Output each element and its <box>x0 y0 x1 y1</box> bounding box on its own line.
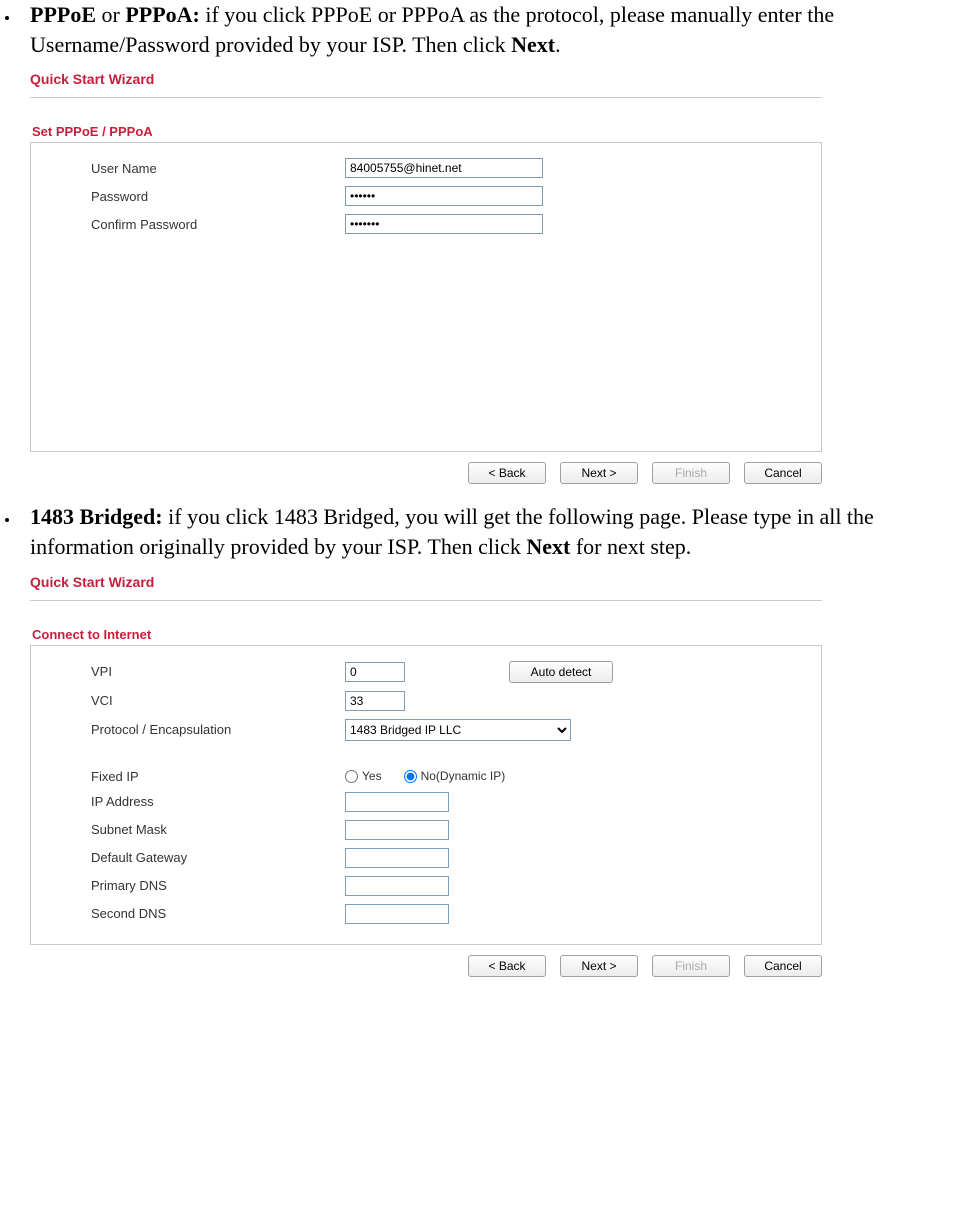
form-box-bridged: VPI Auto detect VCI Protocol / Encapsula… <box>30 645 822 945</box>
cancel-button[interactable]: Cancel <box>744 462 822 484</box>
label-user-name: User Name <box>45 161 345 176</box>
divider <box>30 600 822 601</box>
next-button[interactable]: Next > <box>560 955 638 977</box>
fixed-ip-no-option[interactable]: No(Dynamic IP) <box>404 769 506 783</box>
label-confirm-password: Confirm Password <box>45 217 345 232</box>
label-protocol: Protocol / Encapsulation <box>45 722 345 737</box>
subnet-mask-input[interactable] <box>345 820 449 840</box>
label-fixed-ip: Fixed IP <box>45 769 345 784</box>
section-title-pppoe: Set PPPoE / PPPoA <box>32 124 822 139</box>
ip-address-input[interactable] <box>345 792 449 812</box>
vpi-input[interactable] <box>345 662 405 682</box>
finish-button: Finish <box>652 462 730 484</box>
label-vci: VCI <box>45 693 345 708</box>
auto-detect-button[interactable]: Auto detect <box>509 661 613 683</box>
user-name-input[interactable] <box>345 158 543 178</box>
section-title-connect: Connect to Internet <box>32 627 822 642</box>
wizard-title: Quick Start Wizard <box>30 570 822 598</box>
label-primary-dns: Primary DNS <box>45 878 345 893</box>
vci-input[interactable] <box>345 691 405 711</box>
divider <box>30 97 822 98</box>
wizard-title: Quick Start Wizard <box>30 67 822 95</box>
label-subnet-mask: Subnet Mask <box>45 822 345 837</box>
label-default-gateway: Default Gateway <box>45 850 345 865</box>
default-gateway-input[interactable] <box>345 848 449 868</box>
confirm-password-input[interactable] <box>345 214 543 234</box>
next-button[interactable]: Next > <box>560 462 638 484</box>
button-bar: < Back Next > Finish Cancel <box>30 945 822 977</box>
finish-button: Finish <box>652 955 730 977</box>
bullet-text-pppoe: PPPoE or PPPoA: if you click PPPoE or PP… <box>30 0 968 59</box>
label-ip-address: IP Address <box>45 794 345 809</box>
label-second-dns: Second DNS <box>45 906 345 921</box>
button-bar: < Back Next > Finish Cancel <box>30 452 822 484</box>
primary-dns-input[interactable] <box>345 876 449 896</box>
fixed-ip-yes-option[interactable]: Yes <box>345 769 382 783</box>
protocol-select[interactable]: 1483 Bridged IP LLC <box>345 719 571 741</box>
password-input[interactable] <box>345 186 543 206</box>
back-button[interactable]: < Back <box>468 462 546 484</box>
back-button[interactable]: < Back <box>468 955 546 977</box>
wizard-panel-pppoe: Quick Start Wizard Set PPPoE / PPPoA Use… <box>30 67 822 484</box>
second-dns-input[interactable] <box>345 904 449 924</box>
label-vpi: VPI <box>45 664 345 679</box>
fixed-ip-no-radio[interactable] <box>404 770 417 783</box>
label-password: Password <box>45 189 345 204</box>
fixed-ip-yes-radio[interactable] <box>345 770 358 783</box>
cancel-button[interactable]: Cancel <box>744 955 822 977</box>
form-box-pppoe: User Name Password Confirm Password <box>30 142 822 452</box>
bullet-text-bridged: 1483 Bridged: if you click 1483 Bridged,… <box>30 502 968 561</box>
wizard-panel-bridged: Quick Start Wizard Connect to Internet V… <box>30 570 822 977</box>
